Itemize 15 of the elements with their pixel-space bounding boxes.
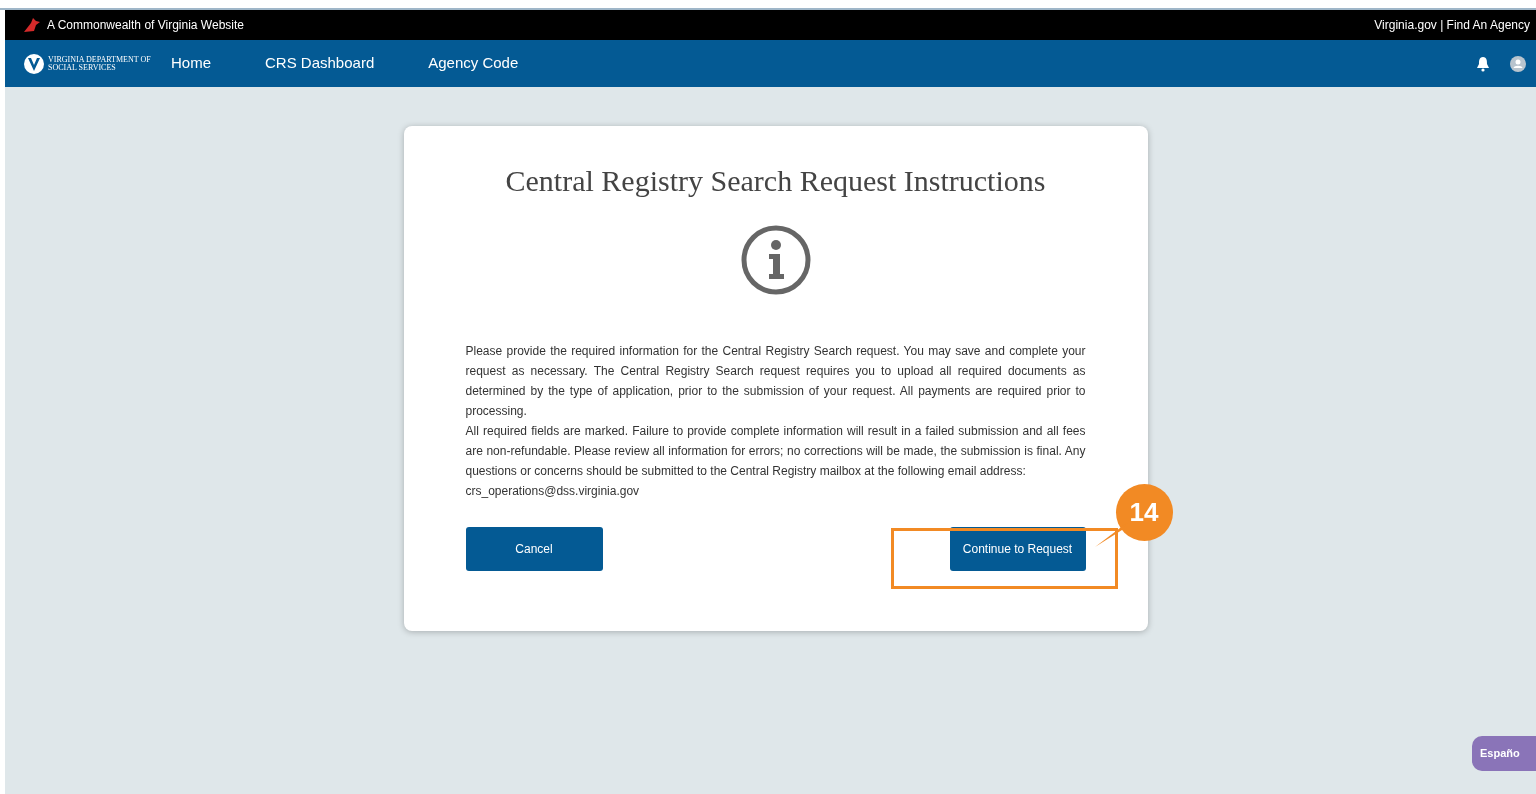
language-button[interactable]: Españo xyxy=(1472,736,1536,771)
step-callout: 14 xyxy=(1115,484,1173,541)
header-links[interactable]: Virginia.gov | Find An Agency xyxy=(1374,16,1530,34)
logo-text: VIRGINIA DEPARTMENT OF xyxy=(48,55,151,64)
instructions-paragraph: All required fields are marked. Failure to provide complete information will result in a failed submission and all fees are non-refundable. Please review all information for errors; no corrections will be made, the submission is final. Any questions or concerns should be submitted to the Central Registry mailbox at the following email address: xyxy=(465,423,1086,480)
cancel-button[interactable]: Cancel xyxy=(465,527,603,571)
nav-link[interactable]: Home xyxy=(171,52,211,75)
email-address: crs_operations@dss.virginia.gov xyxy=(465,483,641,500)
logo-text: SOCIAL SERVICES xyxy=(48,63,117,72)
card-title: Central Registry Search Request Instructions xyxy=(505,163,1046,199)
instructions-paragraph: Please provide the required information for the Central Registry Search request. You may save and complete your request as necessary. The Central Registry Search request requires you to upload all required documents as determined by the type of application, prior to the submission of your request. All payments are required prior to processing. xyxy=(465,343,1086,420)
continue-button[interactable]: Continue to Request xyxy=(949,527,1086,571)
nav-link[interactable]: CRS Dashboard xyxy=(265,52,375,75)
nav-link[interactable]: Agency Code xyxy=(428,52,519,75)
site-title: A Commonwealth of Virginia Website xyxy=(47,17,244,34)
